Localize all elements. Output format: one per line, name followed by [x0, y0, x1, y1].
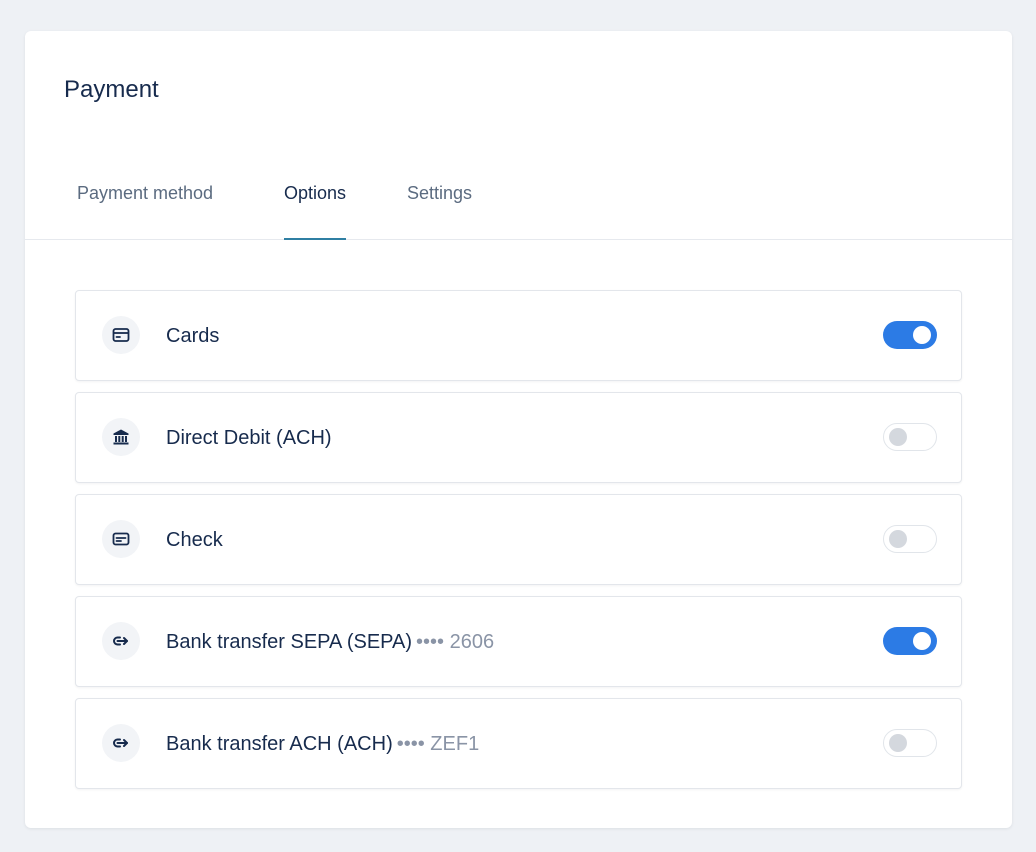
payment-method-name: Cards: [166, 325, 220, 347]
toggle-knob: [889, 734, 907, 752]
payment-method-label: Bank transfer ACH (ACH) •••• ZEF1: [166, 732, 479, 756]
payment-method-label: Bank transfer SEPA (SEPA) •••• 2606: [166, 630, 494, 654]
payment-method-name: Check: [166, 529, 223, 551]
ach-transfer-toggle[interactable]: [883, 729, 937, 757]
tab-settings[interactable]: Settings: [407, 181, 472, 239]
masked-account-number: •••• ZEF1: [396, 733, 480, 755]
check-toggle[interactable]: [883, 525, 937, 553]
masked-account-number: •••• 2606: [416, 631, 495, 653]
bank-icon: [102, 418, 140, 456]
payment-methods-list: Cards Direct Debit (ACH) Check Bank tran…: [75, 290, 962, 800]
toggle-knob: [889, 428, 907, 446]
direct-debit-toggle[interactable]: [883, 423, 937, 451]
credit-card-icon: [102, 316, 140, 354]
payment-method-row-direct-debit: Direct Debit (ACH): [75, 392, 962, 483]
tab-payment-method[interactable]: Payment method: [77, 181, 213, 239]
payment-card: Payment Payment method Options Settings …: [25, 31, 1012, 828]
tab-label: Settings: [407, 183, 473, 203]
page-title: Payment: [64, 76, 159, 103]
check-icon: [102, 520, 140, 558]
payment-method-name: Bank transfer ACH (ACH): [166, 733, 393, 755]
tab-options[interactable]: Options: [284, 181, 347, 240]
payment-method-name: Direct Debit (ACH): [166, 427, 332, 449]
payment-method-row-cards: Cards: [75, 290, 962, 381]
toggle-knob: [889, 530, 907, 548]
payment-method-name: Bank transfer SEPA (SEPA): [166, 631, 413, 653]
tab-label: Options: [284, 183, 347, 203]
active-tab-indicator: [284, 238, 347, 240]
tab-label: Payment method: [77, 183, 214, 203]
payment-method-row-check: Check: [75, 494, 962, 585]
toggle-knob: [913, 632, 931, 650]
transfer-icon: [102, 622, 140, 660]
payment-method-label: Check: [166, 528, 223, 552]
payment-method-label: Direct Debit (ACH): [166, 426, 332, 450]
payment-method-row-sepa: Bank transfer SEPA (SEPA) •••• 2606: [75, 596, 962, 687]
payment-method-row-ach-transfer: Bank transfer ACH (ACH) •••• ZEF1: [75, 698, 962, 789]
payment-method-label: Cards: [166, 324, 219, 348]
tab-bar: Payment method Options Settings: [25, 171, 1012, 240]
toggle-knob: [913, 326, 931, 344]
cards-toggle[interactable]: [883, 321, 937, 349]
transfer-icon: [102, 724, 140, 762]
sepa-toggle[interactable]: [883, 627, 937, 655]
